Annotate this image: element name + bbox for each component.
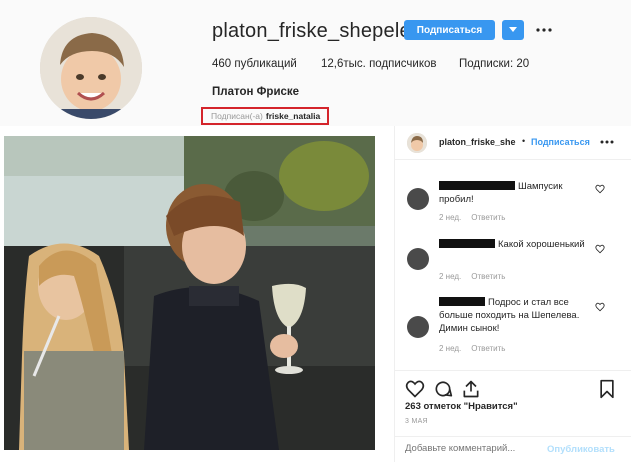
heart-icon[interactable]: [595, 184, 605, 194]
like-heart-icon[interactable]: [405, 379, 425, 399]
comment-age: 2 нед.: [439, 213, 462, 222]
profile-full-name: Платон Фриске: [212, 86, 300, 98]
post-follow-button[interactable]: Подписаться: [531, 137, 590, 147]
comment-age: 2 нед.: [439, 272, 462, 281]
followed-by-highlight: Подписан(-а) friske_natalia: [201, 107, 329, 125]
commenter-avatar[interactable]: [407, 316, 429, 338]
more-horizontal-icon: [536, 28, 552, 32]
redacted-username: [439, 297, 485, 306]
heart-icon[interactable]: [595, 244, 605, 254]
post-photo-image: [4, 136, 375, 450]
posts-count: 460 публикаций: [212, 58, 297, 70]
publish-comment-button[interactable]: Опубликовать: [547, 444, 615, 455]
bookmark-icon[interactable]: [597, 379, 617, 399]
followed-by-account-link[interactable]: friske_natalia: [266, 111, 320, 121]
heart-icon[interactable]: [595, 302, 605, 312]
comment-text: Какой хорошенький: [439, 238, 599, 251]
chevron-down-icon: [509, 27, 517, 32]
post-author-avatar-image: [407, 133, 427, 153]
reply-button[interactable]: Ответить: [471, 344, 505, 353]
comment-body: Какой хорошенький: [498, 239, 585, 250]
post-details-panel: platon_friske_she • Подписаться Шампусик…: [394, 126, 631, 462]
post-photo[interactable]: [4, 136, 375, 450]
commenter-avatar[interactable]: [407, 188, 429, 210]
followers-label: подписчиков: [365, 58, 437, 70]
more-horizontal-icon: [600, 140, 614, 144]
add-comment-bar: Опубликовать: [395, 436, 631, 462]
followed-by-label: Подписан(-а): [211, 111, 263, 121]
post-media-container: [0, 126, 394, 462]
post-author-avatar[interactable]: [407, 133, 427, 153]
profile-header: platon_friske_shepelev Подписаться 460 п…: [0, 0, 631, 126]
commenter-avatar[interactable]: [407, 248, 429, 270]
reply-button[interactable]: Ответить: [471, 272, 505, 281]
likes-count[interactable]: 263 отметок "Нравится": [405, 401, 518, 412]
profile-avatar-image: [40, 17, 142, 119]
follow-button[interactable]: Подписаться: [404, 20, 495, 40]
comment-age: 2 нед.: [439, 344, 462, 353]
profile-options-button[interactable]: [534, 20, 554, 40]
comment-text: Подрос и стал все больше походить на Шеп…: [439, 296, 599, 335]
redacted-username: [439, 181, 515, 190]
header-separator: •: [522, 136, 526, 146]
add-comment-input[interactable]: [405, 443, 535, 454]
share-upload-icon[interactable]: [461, 379, 481, 399]
post-author-username[interactable]: platon_friske_she: [439, 137, 521, 147]
post-date: 3 МАЯ: [405, 418, 428, 425]
followers-count: 12,6тыс.: [321, 58, 366, 70]
profile-username: platon_friske_shepelev: [212, 20, 421, 42]
profile-avatar[interactable]: [40, 17, 142, 119]
comment-bubble-icon[interactable]: [433, 379, 453, 399]
comment-meta: 2 нед. Ответить: [439, 344, 515, 353]
follow-dropdown-button[interactable]: [502, 20, 524, 40]
post-options-button[interactable]: [600, 133, 614, 147]
following-link[interactable]: Подписки: 20: [459, 58, 529, 70]
comment-text: Шампусик пробил!: [439, 180, 599, 206]
reply-button[interactable]: Ответить: [471, 213, 505, 222]
post-header: platon_friske_she • Подписаться: [395, 126, 631, 160]
redacted-username: [439, 239, 495, 248]
comment-meta: 2 нед. Ответить: [439, 213, 515, 222]
followers-link[interactable]: 12,6тыс. подписчиков: [321, 58, 437, 70]
comment-meta: 2 нед. Ответить: [439, 272, 515, 281]
